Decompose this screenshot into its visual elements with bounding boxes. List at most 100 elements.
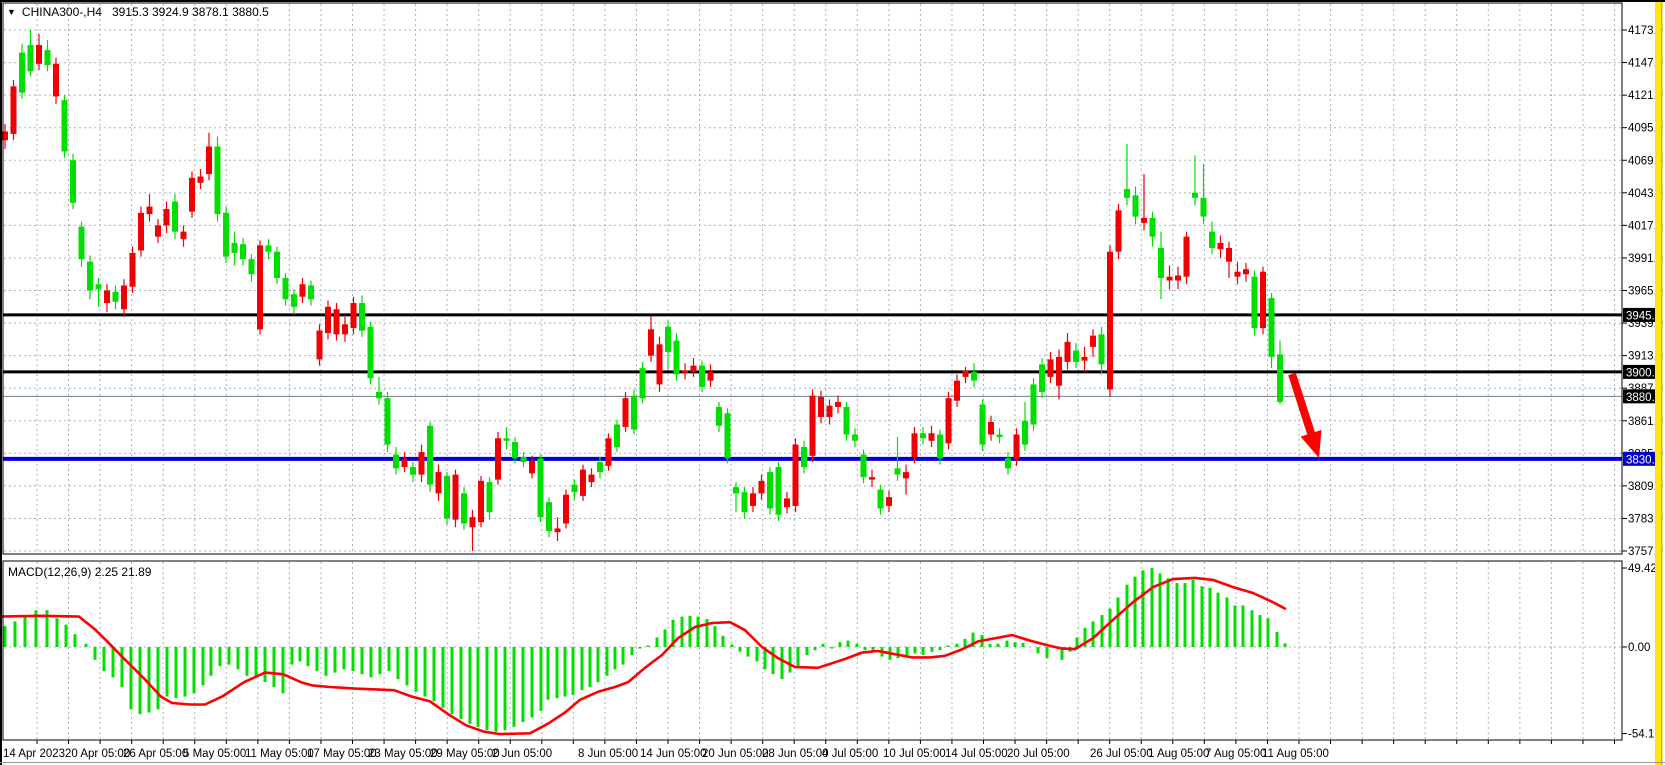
candle bbox=[555, 528, 561, 532]
candle bbox=[240, 244, 246, 259]
candle bbox=[334, 309, 340, 334]
candle bbox=[453, 475, 459, 520]
candle bbox=[529, 461, 535, 474]
candle bbox=[954, 381, 960, 401]
candle bbox=[266, 245, 272, 251]
candle bbox=[478, 481, 484, 522]
candle bbox=[130, 253, 136, 287]
time-axis-label: 26 Apr 05:00 bbox=[123, 748, 188, 760]
candle bbox=[359, 303, 365, 331]
candle bbox=[62, 100, 68, 151]
candle bbox=[1014, 435, 1020, 460]
candle bbox=[1252, 277, 1258, 328]
candle bbox=[521, 457, 527, 462]
candle bbox=[631, 396, 637, 430]
candle bbox=[861, 455, 867, 478]
candle bbox=[691, 366, 697, 372]
candle bbox=[113, 292, 119, 302]
candle bbox=[470, 517, 476, 527]
candle bbox=[121, 285, 127, 309]
candle bbox=[155, 225, 161, 236]
candle bbox=[1260, 272, 1266, 328]
time-axis-label: 23 May 05:00 bbox=[368, 748, 438, 760]
candle bbox=[28, 45, 34, 71]
candle bbox=[538, 458, 544, 517]
time-axis-label: 8 Jun 05:00 bbox=[578, 748, 638, 760]
time-axis-label: 26 Jul 05:00 bbox=[1090, 748, 1153, 760]
time-axis-label: 28 Jun 05:00 bbox=[762, 748, 829, 760]
candle bbox=[1005, 458, 1011, 468]
candle bbox=[461, 493, 467, 523]
sell-arrow[interactable] bbox=[1288, 373, 1321, 458]
candle bbox=[1099, 334, 1105, 364]
candle bbox=[87, 262, 93, 291]
candle bbox=[512, 442, 518, 458]
time-axis-label: 11 May 05:00 bbox=[245, 748, 314, 760]
macd-axis-label: 0.00 bbox=[1628, 642, 1650, 654]
time-axis-label: 14 Apr 2023 bbox=[3, 748, 65, 760]
candle bbox=[1226, 248, 1232, 262]
candle bbox=[665, 327, 671, 352]
chart-canvas[interactable]: 4173.04147.04121.04095.04069.04043.04017… bbox=[0, 0, 1665, 765]
candle bbox=[444, 476, 450, 519]
candle bbox=[963, 371, 969, 377]
time-axis-label: 5 May 05:00 bbox=[183, 748, 246, 760]
candle bbox=[376, 392, 382, 398]
candle bbox=[708, 372, 714, 381]
symbol-label: CHINA300-,H4 bbox=[22, 5, 102, 19]
candle bbox=[215, 146, 221, 214]
time-axis-label: 20 Apr 05:00 bbox=[65, 748, 130, 760]
candle bbox=[45, 50, 51, 65]
time-axis-label: 14 Jun 05:00 bbox=[640, 748, 707, 760]
chart-title: ▼CHINA300-,H43915.3 3924.9 3878.1 3880.5 bbox=[7, 5, 269, 19]
time-axis-label: 29 May 05:00 bbox=[430, 748, 500, 760]
time-axis-label: 10 Jul 05:00 bbox=[883, 748, 946, 760]
candle bbox=[937, 435, 943, 459]
candle bbox=[1073, 351, 1079, 362]
candle bbox=[79, 227, 85, 260]
candle bbox=[342, 324, 348, 334]
candle bbox=[1065, 342, 1071, 362]
candle bbox=[614, 425, 620, 448]
candle bbox=[767, 472, 773, 508]
candle bbox=[997, 435, 1003, 438]
candle bbox=[189, 178, 195, 212]
candle bbox=[70, 160, 76, 203]
candle bbox=[1158, 248, 1164, 278]
candle bbox=[11, 86, 17, 134]
macd-indicator-label: MACD(12,26,9) 2.25 21.89 bbox=[8, 565, 151, 579]
candle bbox=[640, 368, 646, 398]
candle bbox=[929, 433, 935, 441]
candle bbox=[1082, 357, 1088, 361]
time-axis-label: 17 May 05:00 bbox=[307, 748, 377, 760]
candle bbox=[725, 413, 731, 458]
time-axis[interactable]: 14 Apr 202320 Apr 05:0026 Apr 05:005 May… bbox=[3, 740, 1615, 760]
candle bbox=[1150, 218, 1156, 237]
candle bbox=[300, 284, 306, 297]
candle bbox=[759, 481, 765, 494]
symbol-dropdown-icon[interactable]: ▼ bbox=[7, 7, 16, 17]
candle bbox=[1167, 277, 1173, 281]
candle bbox=[325, 307, 331, 333]
candle bbox=[844, 407, 850, 435]
window-edge-highlight-shadow bbox=[1661, 0, 1663, 765]
candle bbox=[1141, 218, 1147, 223]
macd-axis[interactable]: 49.420.00-54.17 bbox=[1622, 563, 1661, 741]
macd-axis-label: 49.42 bbox=[1628, 563, 1657, 575]
candle bbox=[436, 472, 442, 493]
candle bbox=[1269, 298, 1275, 357]
window-bottom-edge bbox=[0, 762, 1665, 763]
candle bbox=[1277, 354, 1283, 402]
candle bbox=[878, 490, 884, 509]
candle bbox=[988, 422, 994, 435]
candle bbox=[682, 371, 688, 374]
candle bbox=[1056, 357, 1062, 386]
candle bbox=[827, 406, 833, 417]
candle bbox=[835, 402, 841, 407]
candle bbox=[869, 477, 875, 480]
candle bbox=[563, 495, 569, 524]
candle bbox=[793, 445, 799, 506]
candle bbox=[283, 278, 289, 299]
macd-histogram bbox=[5, 568, 1285, 732]
candle bbox=[317, 331, 323, 360]
